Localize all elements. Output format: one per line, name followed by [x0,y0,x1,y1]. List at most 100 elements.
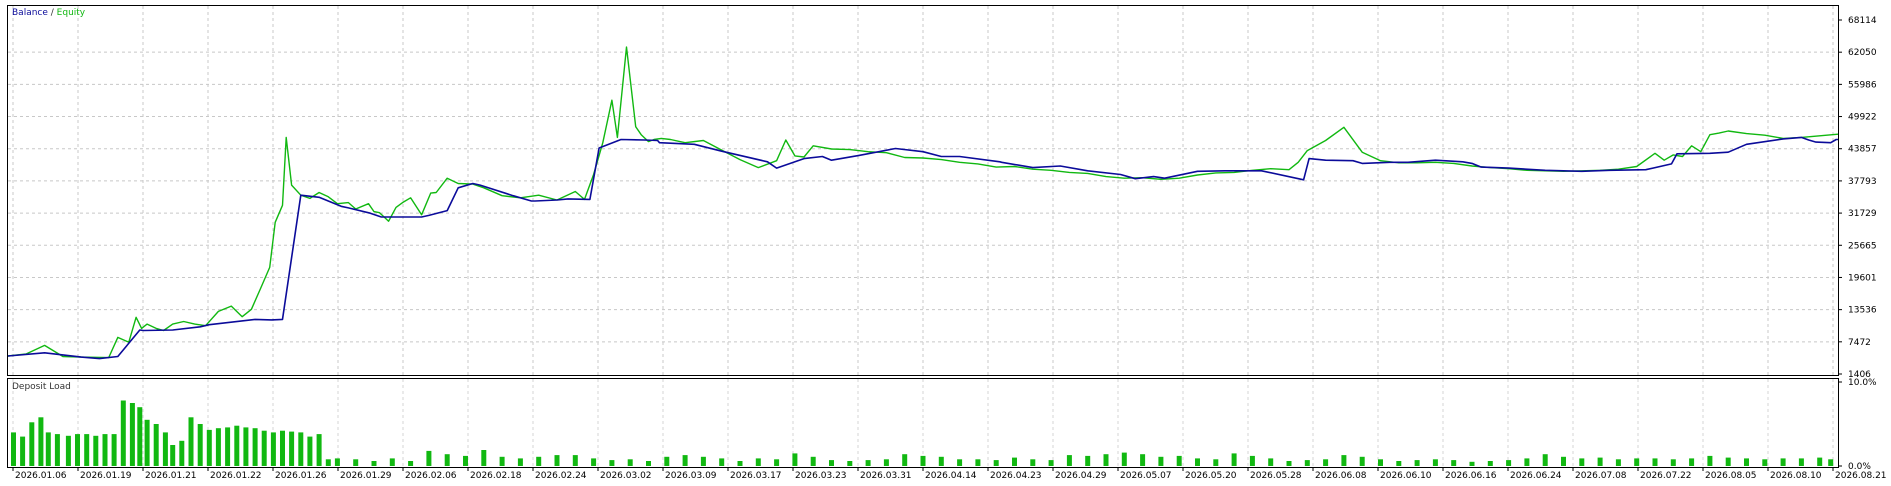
deposit-load-bar [774,459,780,466]
x-tick-label: 2026.06.24 [1510,471,1562,481]
deposit-load-bar [162,432,168,466]
deposit-load-bar [316,434,322,466]
deposit-load-bar [54,434,60,466]
x-tick-label: 2026.02.24 [535,471,587,481]
deposit-load-bar [1085,455,1091,466]
x-tick-label: 2026.01.29 [340,471,392,481]
deposit-load-bar [1121,452,1127,466]
x-tick-label: 2026.08.05 [1705,471,1757,481]
deposit-load-bar [1396,461,1402,466]
deposit-load-bar [1304,460,1310,466]
deposit-load-bar [215,428,221,466]
deposit-load-bar [270,432,276,466]
deposit-load-bar [792,453,798,466]
deposit-load-bar [810,456,816,466]
deposit-load-bar [1725,457,1731,466]
deposit-load-bar [307,436,313,466]
y-tick-label: 68114 [1848,16,1877,26]
deposit-load-bar [1451,460,1457,466]
deposit-load-bar [1012,457,1017,466]
deposit-load-bar [938,456,944,466]
legend-equity: Equity [57,8,86,18]
deposit-load-bar [252,428,258,466]
x-tick-label: 2026.01.06 [15,471,67,481]
deposit-load-bar [1103,454,1109,466]
deposit-load-bar [225,427,231,466]
legend: Balance / Equity [12,8,86,18]
deposit-load-bar [1744,458,1749,466]
deposit-load-bar [627,459,633,466]
x-tick-label: 2026.03.17 [730,471,782,481]
deposit-load-bar [29,422,35,466]
deposit-load-bar [1670,459,1676,466]
deposit-load-bar [75,434,80,466]
deposit-load-bar [179,440,185,466]
deposit-load-bar [847,461,853,466]
deposit-load-bar [353,459,359,466]
deposit-load-bar [536,456,542,466]
y-tick-label: 43857 [1848,145,1877,155]
x-tick-label: 2026.03.31 [860,471,912,481]
deposit-load-bar [1828,459,1834,466]
deposit-load-bar [1066,455,1072,466]
deposit-load-bar [1249,455,1255,466]
deposit-load-bar [137,407,143,466]
y-tick-label: 49922 [1848,113,1877,123]
deposit-load-bar [1634,458,1640,466]
deposit-load-bar [65,435,71,466]
deposit-load-bar [517,458,523,466]
deposit-load-bar [1506,460,1512,466]
deposit-load-bar [1652,458,1658,466]
x-tick-label: 2026.07.22 [1640,471,1692,481]
deposit-load-bar [389,458,395,466]
x-tick-label: 2026.02.06 [405,471,457,481]
deposit-load-bar [325,459,331,466]
deposit-load-bar [609,460,615,466]
y-tick-label: 13536 [1848,306,1877,316]
deposit-load-bar [1231,453,1237,466]
deposit-load-bar [129,403,135,466]
deposit-load-bar [591,458,597,466]
deposit-load-bar [1798,458,1804,466]
deposit-load-bar [1140,454,1146,466]
deposit-load-bar [883,459,889,466]
deposit-load-bar [1762,459,1768,466]
deposit-load-bar [289,431,295,466]
deposit-load-bar [243,427,249,466]
deposit-load-bar [1158,456,1164,466]
y-tick-label: 31729 [1848,209,1877,219]
deposit-load-bar [664,456,670,466]
deposit-load-bar [1213,459,1219,466]
deposit-load-bar [153,424,159,466]
deposit-load-bar [93,435,99,466]
deposit-load-bar [298,432,304,466]
chart-window: 68114 62050 55986 49922 43857 37793 31729 25665… [0,0,1891,482]
deposit-load-bar [206,429,212,466]
deposit-load-bar [11,432,16,466]
x-tick-label: 2026.01.19 [80,471,132,481]
deposit-load-bar [1432,459,1438,466]
deposit-load-bar [1176,455,1182,466]
deposit-load-bar [1378,459,1383,466]
deposit-load-bar [1524,458,1530,466]
deposit-load-bar [261,430,267,466]
deposit-load-bar [1780,458,1786,466]
deposit-load-bar [993,460,999,466]
deposit-load-bar [1487,461,1493,466]
deposit-load-bar [975,459,981,466]
deposit-load-bar [1195,458,1200,466]
deposit-load-bar [444,454,450,466]
x-tick-label: 2026.07.08 [1575,471,1627,481]
deposit-load-bar [719,458,725,466]
y-tick-label: 55986 [1848,80,1877,90]
deposit-load-bar [1268,458,1274,466]
deposit-load-bar [920,455,926,466]
x-tick-label: 2026.03.09 [665,471,717,481]
deposit-load-bar [1030,459,1036,466]
x-tick-label: 2026.04.29 [1055,471,1107,481]
x-tick-label: 2026.08.21 [1835,471,1887,481]
deposit-load-y-axis: 10.0%0.0% [1838,378,1877,472]
deposit-load-bar [1615,459,1621,466]
y-tick-label: 10.0% [1848,378,1877,388]
equity-y-axis: 68114 62050 55986 49922 43857 37793 31729 25665… [1838,16,1877,380]
